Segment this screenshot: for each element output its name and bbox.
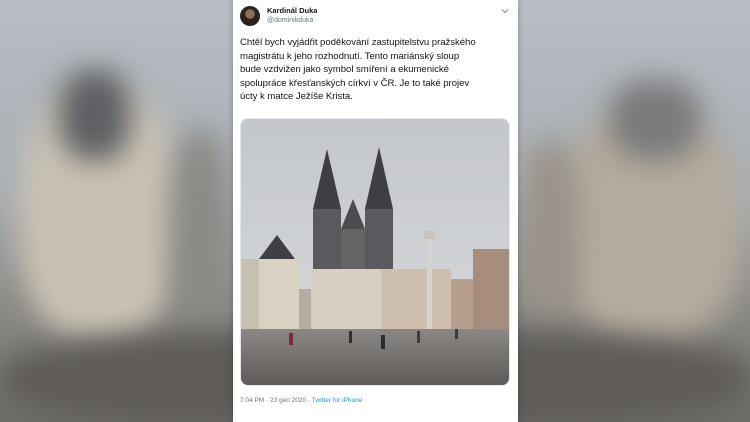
tweet-timestamp[interactable]: 7:04 PM · 23 gen 2020 ·	[240, 397, 312, 404]
tweet-source-link[interactable]: Twitter for iPhone	[312, 397, 363, 404]
avatar[interactable]	[240, 6, 260, 26]
tweet-card: Kardinál Duka @dominikduka Chtěl bych vy…	[233, 0, 518, 422]
display-name[interactable]: Kardinál Duka	[267, 6, 317, 16]
handle[interactable]: @dominikduka	[267, 16, 317, 26]
photo-old-town-square	[241, 119, 509, 385]
tweet-footer: 7:04 PM · 23 gen 2020 · Twitter for iPho…	[240, 397, 362, 404]
tweet-header: Kardinál Duka @dominikduka	[240, 5, 511, 27]
tweet-text: Chtěl bych vyjádřit poděkování zastupite…	[240, 37, 476, 103]
author-info: Kardinál Duka @dominikduka	[267, 6, 317, 26]
chevron-down-icon[interactable]	[500, 6, 510, 16]
tweet-photo[interactable]	[240, 118, 510, 386]
